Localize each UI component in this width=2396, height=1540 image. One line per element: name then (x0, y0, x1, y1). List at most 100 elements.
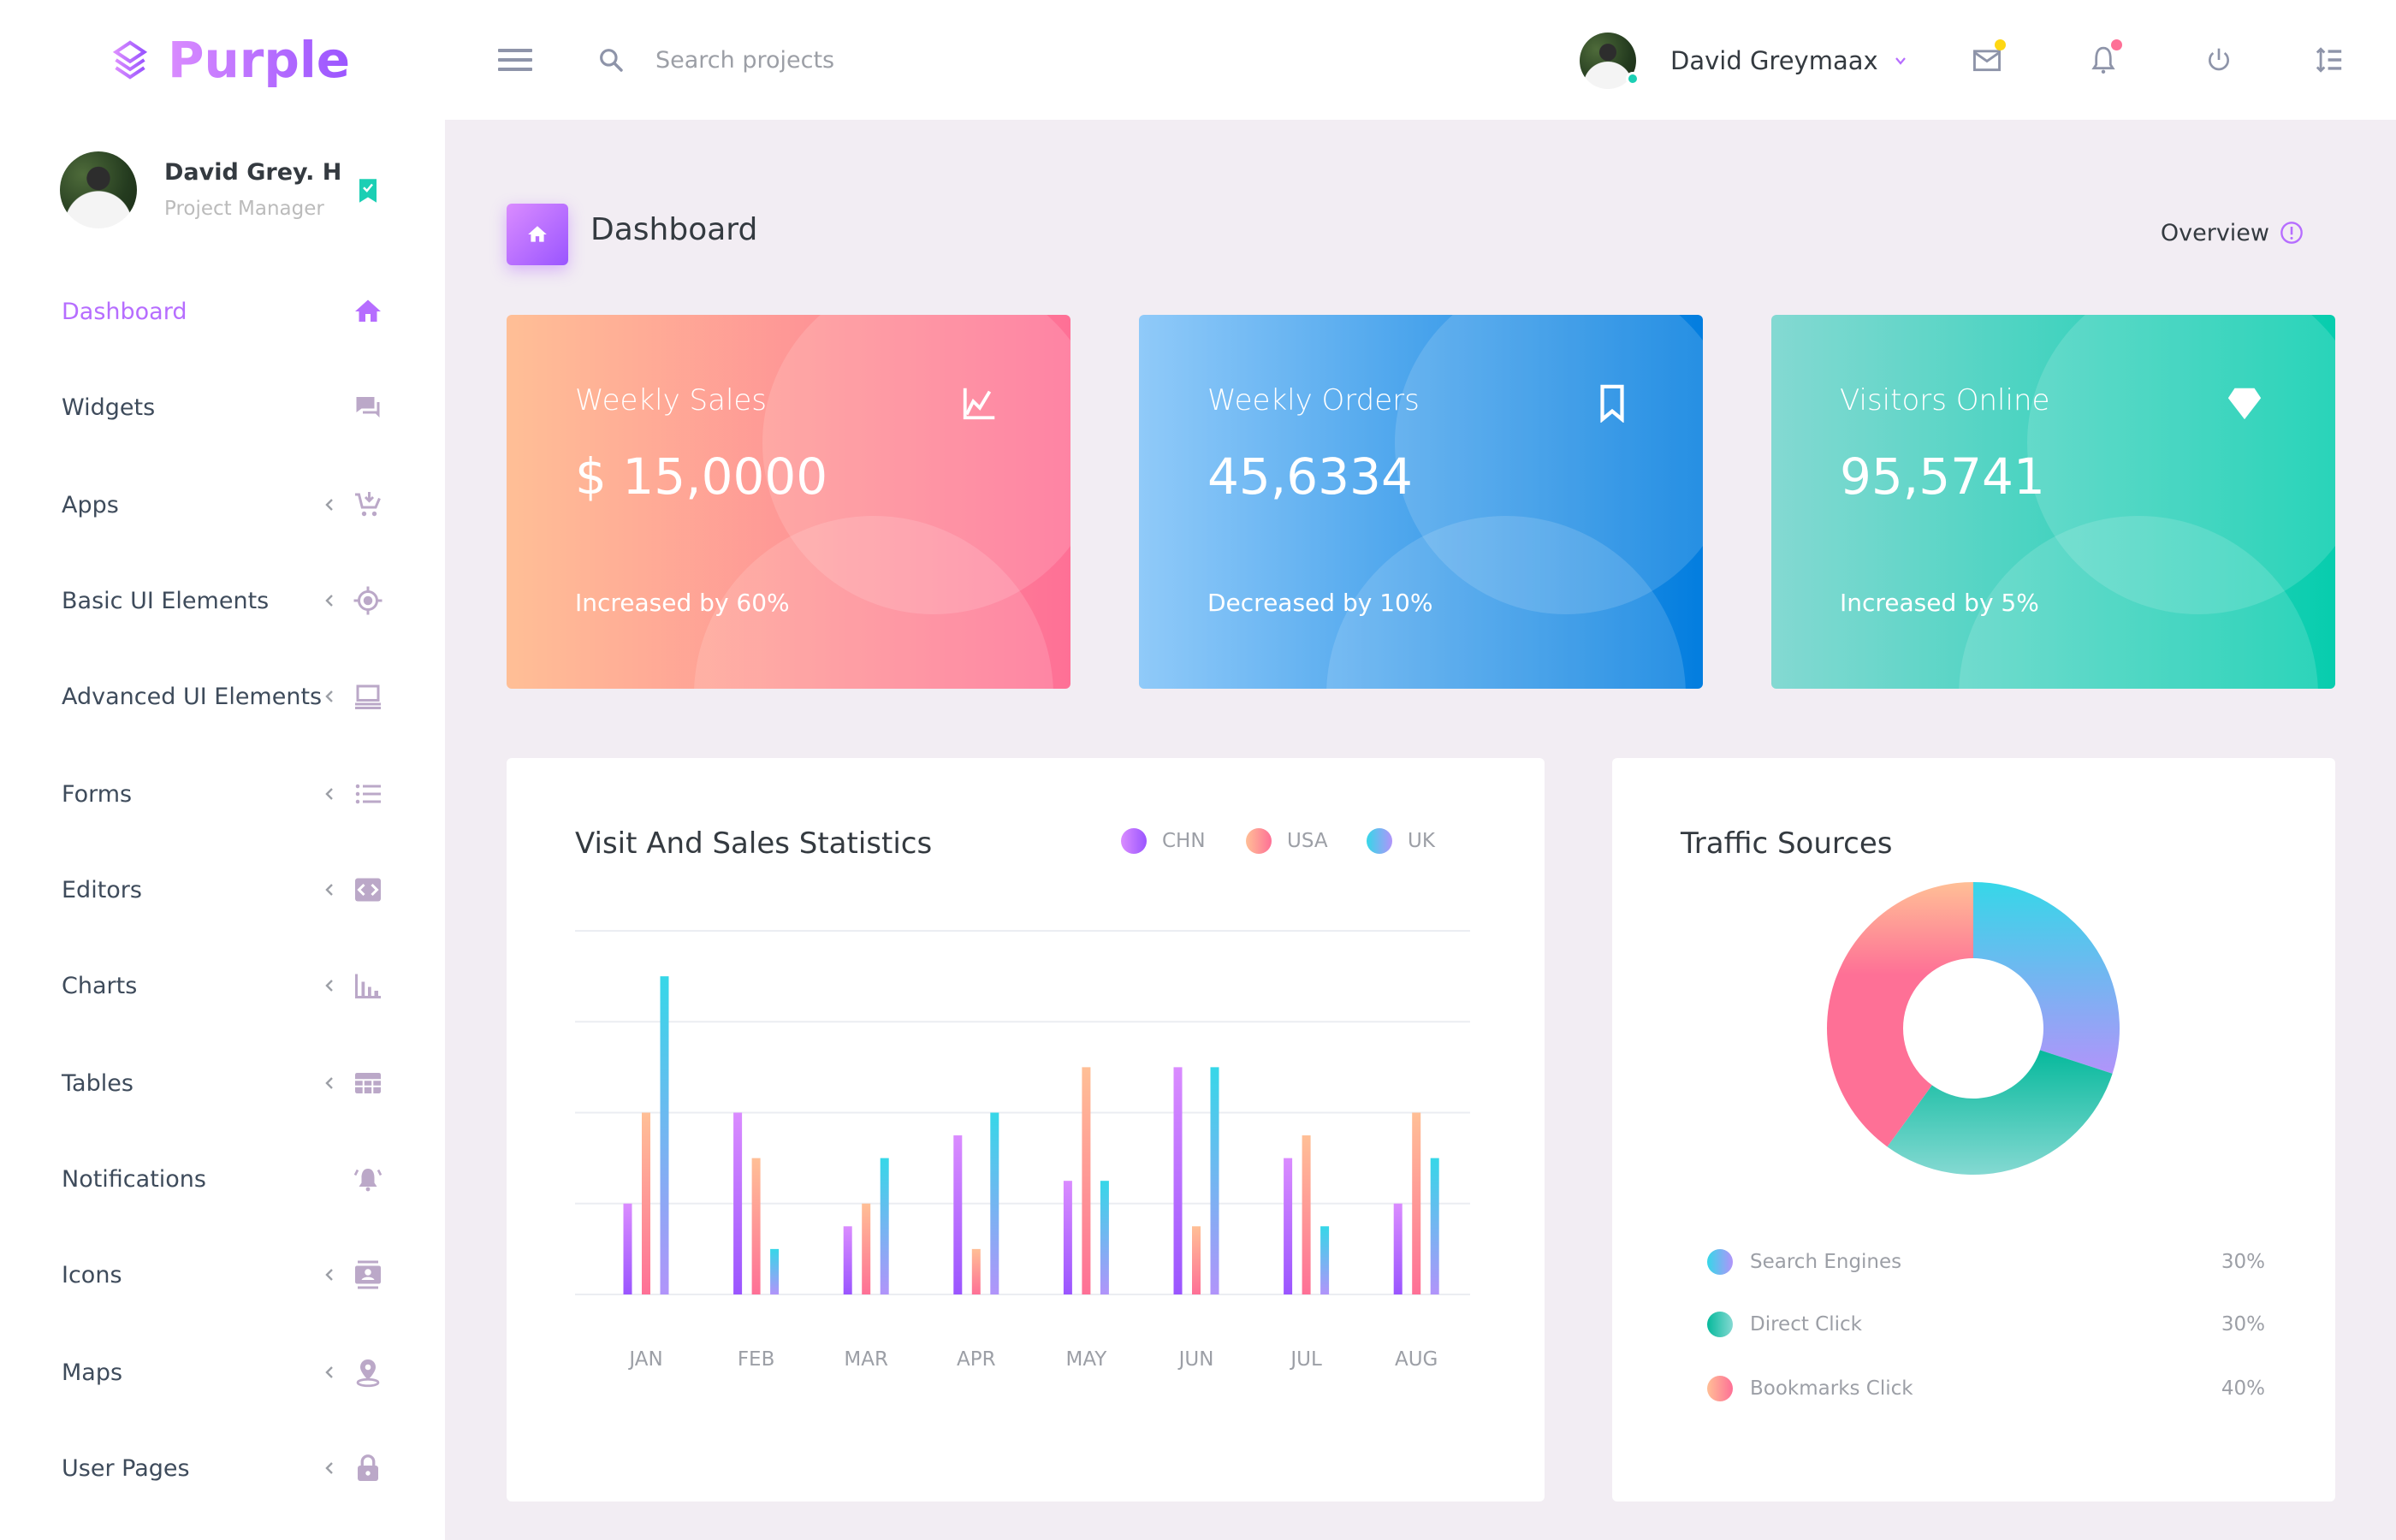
hamburger-icon (498, 49, 532, 52)
profile-role: Project Manager (164, 198, 324, 220)
sidebar-item-forms[interactable]: Forms (0, 755, 445, 832)
map-marker-icon (356, 1359, 380, 1388)
menu-toggle-button[interactable] (498, 43, 532, 77)
card-title: Weekly Sales (575, 383, 768, 418)
sidebar-item-dashboard[interactable]: Dashboard (0, 273, 445, 350)
notifications-button[interactable] (2083, 39, 2124, 80)
legend-label: UK (1408, 830, 1435, 852)
power-icon (2209, 48, 2229, 71)
weekly-sales-card: Weekly Sales $ 15,0000 Increased by 60% (507, 315, 1070, 689)
avatar (1580, 33, 1640, 89)
sidebar-item-tables[interactable]: Tables (0, 1045, 445, 1122)
card-subtitle: Increased by 60% (575, 589, 790, 617)
legend-dot (1707, 1376, 1733, 1401)
legend-item-chn[interactable]: CHN (1121, 828, 1206, 854)
sidebar-item-charts[interactable]: Charts (0, 947, 445, 1024)
sidebar-item-apps[interactable]: Apps (0, 466, 445, 543)
overview-link[interactable]: Overview (2139, 216, 2304, 250)
sidebar-item-label: Maps (62, 1359, 123, 1386)
search-icon (600, 49, 623, 72)
card-title: Visitors Online (1840, 383, 2050, 418)
search-input[interactable] (655, 38, 1015, 82)
sidebar-item-label: Notifications (62, 1165, 206, 1193)
sidebar-item-icons[interactable]: Icons (0, 1236, 445, 1313)
format-line-spacing-icon (2316, 47, 2342, 73)
legend-item-uk[interactable]: UK (1367, 828, 1435, 854)
messages-button[interactable] (1966, 39, 2008, 80)
chart-title: Visit And Sales Statistics (575, 826, 933, 861)
sidebar-item-advanced-ui-elements[interactable]: Advanced UI Elements (0, 658, 445, 735)
sidebar-item-notifications[interactable]: Notifications (0, 1140, 445, 1217)
legend-label: Search Engines (1750, 1251, 1902, 1273)
card-subtitle: Decreased by 10% (1207, 589, 1433, 617)
sidebar-item-label: Tables (62, 1069, 133, 1097)
notification-badge (2111, 39, 2122, 50)
chevron-left-icon (325, 1077, 333, 1089)
home-icon (528, 226, 547, 242)
logout-button[interactable] (2198, 39, 2239, 80)
sidebar-item-label: Apps (62, 491, 119, 518)
mail-icon (1973, 50, 2001, 72)
sidebar-item-label: Basic UI Elements (62, 587, 270, 614)
chart-title: Traffic Sources (1681, 826, 1893, 861)
forum-icon (356, 397, 380, 418)
brand-logo[interactable]: Purple (111, 26, 350, 94)
laptop-icon (355, 684, 381, 709)
cart-arrow-down-icon (355, 492, 381, 517)
bell-ring-icon (353, 1169, 383, 1192)
alert-circle-icon (2280, 222, 2303, 244)
card-title: Weekly Orders (1207, 383, 1420, 418)
user-profile-dropdown[interactable]: David Greymaax (1580, 31, 1909, 91)
legend-percentage: 30% (2221, 1251, 2265, 1273)
contacts-icon (355, 1260, 381, 1289)
legend-dot (1707, 1249, 1733, 1275)
chevron-left-icon (325, 499, 333, 511)
settings-panel-button[interactable] (2309, 39, 2350, 80)
sidebar-item-label: Advanced UI Elements (62, 683, 323, 710)
sidebar-item-widgets[interactable]: Widgets (0, 369, 445, 446)
overview-label: Overview (2160, 219, 2269, 246)
sidebar-item-label: Editors (62, 876, 142, 903)
sidebar-item-editors[interactable]: Editors (0, 851, 445, 928)
weekly-orders-card: Weekly Orders 45,6334 Decreased by 10% (1139, 315, 1703, 689)
chevron-left-icon (325, 980, 333, 992)
chevron-left-icon (325, 690, 333, 702)
chart-bar-icon (355, 974, 381, 998)
brand-name: Purple (168, 31, 351, 89)
legend-dot (1367, 828, 1392, 854)
card-value: 45,6334 (1207, 447, 1413, 506)
layers-icon (112, 40, 148, 80)
chevron-left-icon (325, 884, 333, 896)
legend-dot (1121, 828, 1147, 854)
card-value: 95,5741 (1840, 447, 2045, 506)
traffic-legend-item-bookmarks-click: Bookmarks Click 40% (1707, 1371, 2265, 1406)
crosshairs-gps-icon (353, 586, 383, 615)
traffic-legend-item-search-engines: Search Engines 30% (1707, 1245, 2265, 1279)
sidebar-item-label: Widgets (62, 394, 156, 421)
legend-label: Direct Click (1750, 1313, 1862, 1336)
chart-line-icon (963, 388, 995, 420)
sidebar-item-user-pages[interactable]: User Pages (0, 1430, 445, 1507)
chevron-left-icon (325, 788, 333, 800)
legend-percentage: 30% (2221, 1313, 2265, 1336)
profile-avatar[interactable] (60, 151, 137, 228)
sidebar-item-basic-ui-elements[interactable]: Basic UI Elements (0, 562, 445, 639)
sidebar-item-maps[interactable]: Maps (0, 1334, 445, 1411)
hamburger-line (498, 58, 532, 62)
visitors-online-card: Visitors Online 95,5741 Increased by 5% (1771, 315, 2335, 689)
chevron-down-icon (1895, 57, 1906, 65)
legend-percentage: 40% (2221, 1377, 2265, 1400)
code-icon (355, 878, 381, 902)
legend-label: Bookmarks Click (1750, 1377, 1913, 1400)
chevron-left-icon (325, 595, 333, 607)
legend-dot (1246, 828, 1272, 854)
table-icon (355, 1073, 381, 1093)
hamburger-line (498, 68, 532, 71)
lock-icon (358, 1454, 378, 1481)
legend-label: CHN (1162, 830, 1206, 852)
chevron-left-icon (325, 1462, 333, 1474)
visit-sales-statistics-panel (507, 758, 1545, 1502)
home-icon (355, 299, 381, 322)
traffic-legend-item-direct-click: Direct Click 30% (1707, 1307, 2265, 1342)
legend-item-usa[interactable]: USA (1246, 828, 1328, 854)
